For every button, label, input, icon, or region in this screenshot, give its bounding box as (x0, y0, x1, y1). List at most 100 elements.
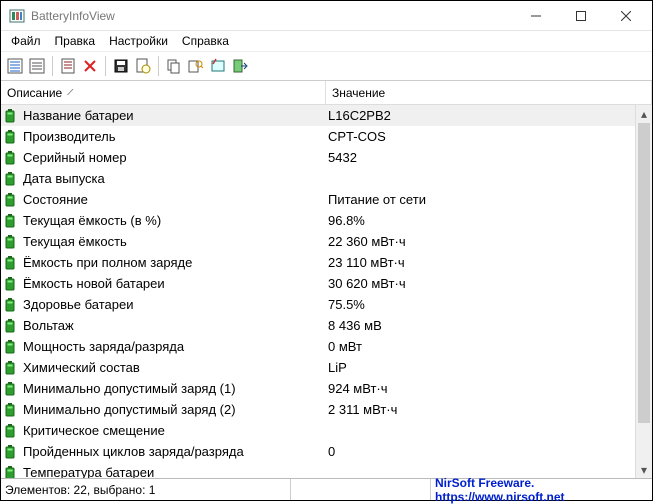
row-value: 23 110 мВт·ч (326, 255, 652, 270)
minimize-button[interactable] (513, 2, 558, 30)
row-description: Производитель (23, 129, 116, 144)
view-details-icon[interactable] (27, 56, 47, 76)
row-value: 8 436 мВ (326, 318, 652, 333)
row-description: Минимально допустимый заряд (2) (23, 402, 236, 417)
row-description: Мощность заряда/разряда (23, 339, 184, 354)
status-link[interactable]: NirSoft Freeware. https://www.nirsoft.ne… (431, 479, 652, 500)
battery-icon (3, 130, 17, 144)
table-row[interactable]: Критическое смещение (1, 420, 652, 441)
table-row[interactable]: Минимально допустимый заряд (1) 924 мВт·ч (1, 378, 652, 399)
log-icon[interactable] (58, 56, 78, 76)
column-label: Описание (7, 86, 62, 100)
column-header-description[interactable]: Описание ⁄ (1, 81, 326, 104)
table-row[interactable]: Пройденных циклов заряда/разряда0 (1, 441, 652, 462)
row-value: 5432 (326, 150, 652, 165)
table-row[interactable]: Серийный номер 5432 (1, 147, 652, 168)
table-row[interactable]: Состояние Питание от сети (1, 189, 652, 210)
copy-icon[interactable] (164, 56, 184, 76)
row-description: Здоровье батареи (23, 297, 134, 312)
column-label: Значение (332, 86, 385, 100)
options-icon[interactable] (208, 56, 228, 76)
battery-icon (3, 109, 17, 123)
scroll-thumb[interactable] (638, 123, 650, 423)
table-row[interactable]: Минимально допустимый заряд (2)2 311 мВт… (1, 399, 652, 420)
menu-settings[interactable]: Настройки (103, 33, 174, 49)
row-description: Ёмкость при полном заряде (23, 255, 192, 270)
menu-file[interactable]: Файл (5, 33, 47, 49)
battery-icon (3, 193, 17, 207)
scrollbar[interactable]: ▴ ▾ (635, 105, 652, 478)
row-value: 924 мВт·ч (326, 381, 652, 396)
table-row[interactable]: Ёмкость при полном заряде 23 110 мВт·ч (1, 252, 652, 273)
row-value: 0 мВт (326, 339, 652, 354)
menu-bar: Файл Правка Настройки Справка (1, 31, 652, 51)
sort-indicator-icon: ⁄ (70, 88, 72, 97)
find-icon[interactable] (186, 56, 206, 76)
data-list: Название батареи L16C2PB2 ПроизводительCPT… (1, 105, 652, 478)
table-row[interactable]: Название батареи L16C2PB2 (1, 105, 652, 126)
menu-edit[interactable]: Правка (49, 33, 102, 49)
column-header-value[interactable]: Значение (326, 81, 652, 104)
battery-icon (3, 235, 17, 249)
row-description: Химический состав (23, 360, 140, 375)
table-row[interactable]: Химический состав LiP (1, 357, 652, 378)
table-row[interactable]: Текущая ёмкость 22 360 мВт·ч (1, 231, 652, 252)
scroll-up-icon[interactable]: ▴ (636, 105, 652, 122)
table-row[interactable]: Здоровье батареи75.5% (1, 294, 652, 315)
table-row[interactable]: Вольтаж 8 436 мВ (1, 315, 652, 336)
table-row[interactable]: Текущая ёмкость (в %) 96.8% (1, 210, 652, 231)
row-value: 22 360 мВт·ч (326, 234, 652, 249)
toolbar-separator (52, 56, 53, 76)
row-description: Критическое смещение (23, 423, 165, 438)
battery-icon (3, 277, 17, 291)
row-value: 30 620 мВт·ч (326, 276, 652, 291)
row-description: Температура батареи (23, 465, 154, 478)
save-icon[interactable] (111, 56, 131, 76)
row-description: Минимально допустимый заряд (1) (23, 381, 236, 396)
toolbar-separator (105, 56, 106, 76)
menu-help[interactable]: Справка (176, 33, 235, 49)
table-row[interactable]: Мощность заряда/разряда 0 мВт (1, 336, 652, 357)
status-bar: Элементов: 22, выбрано: 1 NirSoft Freewa… (1, 478, 652, 500)
toolbar (1, 51, 652, 81)
battery-icon (3, 256, 17, 270)
row-description: Серийный номер (23, 150, 127, 165)
maximize-button[interactable] (558, 2, 603, 30)
battery-icon (3, 445, 17, 459)
row-description: Пройденных циклов заряда/разряда (23, 444, 244, 459)
view-list-icon[interactable] (5, 56, 25, 76)
battery-icon (3, 151, 17, 165)
row-description: Дата выпуска (23, 171, 105, 186)
row-description: Название батареи (23, 108, 134, 123)
table-row[interactable]: Дата выпуска (1, 168, 652, 189)
row-description: Вольтаж (23, 318, 74, 333)
table-row[interactable]: ПроизводительCPT-COS (1, 126, 652, 147)
row-value: L16C2PB2 (326, 108, 652, 123)
battery-icon (3, 214, 17, 228)
row-value: Питание от сети (326, 192, 652, 207)
battery-icon (3, 424, 17, 438)
row-value: 96.8% (326, 213, 652, 228)
battery-icon (3, 172, 17, 186)
battery-icon (3, 466, 17, 479)
delete-icon[interactable] (80, 56, 100, 76)
table-row[interactable]: Температура батареи (1, 462, 652, 478)
row-value: LiP (326, 360, 652, 375)
battery-icon (3, 319, 17, 333)
properties-icon[interactable] (133, 56, 153, 76)
status-spacer (291, 479, 431, 500)
row-description: Состояние (23, 192, 88, 207)
battery-icon (3, 403, 17, 417)
app-icon (9, 8, 25, 24)
table-row[interactable]: Ёмкость новой батареи30 620 мВт·ч (1, 273, 652, 294)
close-button[interactable] (603, 2, 648, 30)
exit-icon[interactable] (230, 56, 250, 76)
battery-icon (3, 340, 17, 354)
battery-icon (3, 382, 17, 396)
battery-icon (3, 361, 17, 375)
scroll-down-icon[interactable]: ▾ (636, 461, 652, 478)
title-bar: BatteryInfoView (1, 1, 652, 31)
row-description: Текущая ёмкость (23, 234, 127, 249)
column-headers: Описание ⁄ Значение (1, 81, 652, 105)
row-description: Текущая ёмкость (в %) (23, 213, 161, 228)
